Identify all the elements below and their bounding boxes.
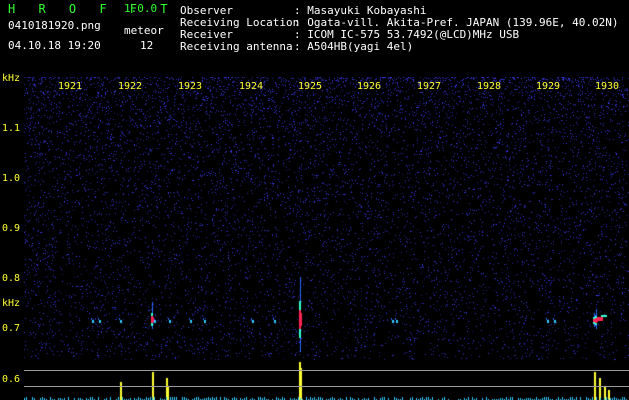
antenna-value: : A504HB(yagi 4el) [294,40,414,53]
y-tick-0-7: 0.7 [2,323,21,334]
y-tick-1-0: 1.0 [2,173,21,184]
x-tick-1929: 1929 [536,81,561,92]
y-tick-0-9: 0.9 [2,223,21,234]
reference-line-upper [24,370,629,371]
y-tick-0-6: 0.6 [2,374,21,385]
x-tick-1928: 1928 [477,81,502,92]
x-tick-1924: 1924 [239,81,264,92]
x-tick-1922: 1922 [118,81,143,92]
y-unit-top: kHz [2,73,21,84]
app-version: 1.0.0 [124,2,158,15]
antenna-label: Receiving antenna [180,40,293,53]
x-tick-1921: 1921 [58,81,83,92]
x-tick-1930: 1930 [595,81,620,92]
spectrogram-canvas [24,77,629,400]
reference-line-lower [24,386,629,387]
x-tick-1925: 1925 [298,81,323,92]
hrofft-window: H R O F F T 1.0.0 0410181920.png meteor … [0,0,629,400]
x-tick-1923: 1923 [178,81,203,92]
x-tick-1926: 1926 [357,81,382,92]
meteor-label: meteor [124,24,164,37]
y-tick-1-1: 1.1 [2,123,21,134]
y-tick-0-8: 0.8 [2,273,21,284]
file-name: 0410181920.png [8,19,101,32]
datetime: 04.10.18 19:20 [8,39,101,52]
meteor-count: 12 [140,39,154,52]
x-tick-1927: 1927 [417,81,442,92]
y-unit-mid: kHz [2,298,21,309]
